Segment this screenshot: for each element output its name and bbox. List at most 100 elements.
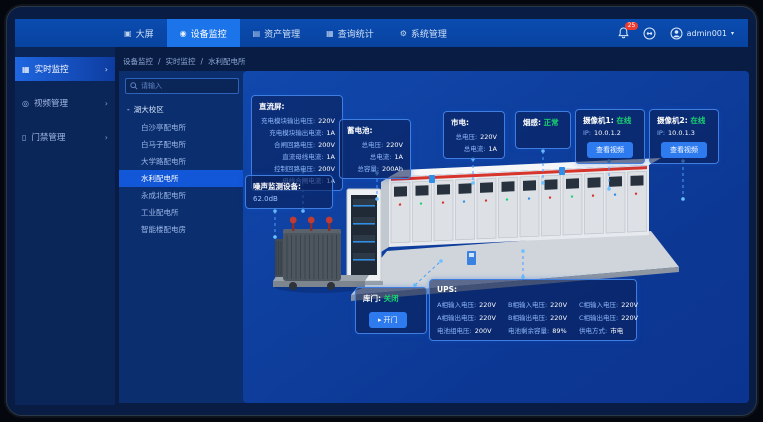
sidebar-item-label: 门禁管理 [31,131,65,143]
metric-label: 总容量: [347,163,379,173]
card-title: 噪声监测设备: [253,181,325,192]
metric-value: 1A [326,129,335,137]
metric-value: 200V [318,165,335,173]
status-badge: 在线 [690,116,705,125]
metric-value: 1A [326,153,335,161]
ups-metrics-grid: A相输入电压:220V B相输入电压:220V C相输入电压:220V A相输出… [437,297,629,335]
metric-label: 总电流: [347,151,391,161]
card-title: 直流屏: [259,101,335,112]
breadcrumb-item: 水利配电所 [208,56,246,67]
tree-item-substation[interactable]: 工业配电所 [119,204,245,221]
metric-label: 总电流: [451,143,485,153]
sidebar-item-label: 实时监控 [35,63,69,75]
view-video-button[interactable]: 查看视频 [587,142,633,158]
chevron-down-icon: ▾ [731,30,734,37]
open-door-icon: ▸ [378,316,382,324]
metric-value: 220V [480,133,497,141]
nav-tab-query-statistics[interactable]: ▦ 查询统计 [313,19,387,47]
ip-label: IP: [583,129,591,137]
floor-device [467,251,476,265]
battery-card: 蓄电池: 总电压:220V 总电流:1A 总容量:200Ah [339,119,411,179]
nav-tab-device-monitoring[interactable]: ◉ 设备监控 [167,19,240,47]
metric-value: 200V [318,141,335,149]
realtime-monitor-icon: ▦ [22,65,30,74]
dashboard-icon: ▣ [124,29,132,38]
nav-tab-system-management[interactable]: ⚙ 系统管理 [387,19,460,47]
device-bezel: ▣ 大屏 ◉ 设备监控 ▤ 资产管理 ▦ 查询统计 ⚙ 系统管理 [0,0,763,422]
app-window: ▣ 大屏 ◉ 设备监控 ▤ 资产管理 ▦ 查询统计 ⚙ 系统管理 [6,6,757,416]
notification-badge: 25 [625,22,639,30]
tree-root-label: 湖大校区 [134,104,164,115]
sidebar-item-label: 视频管理 [34,97,68,109]
search-icon [130,82,138,90]
metric-label: 直流母线电流: [259,151,323,161]
card-title: 库门: 关闭 [363,293,419,304]
sidebar-item-video-management[interactable]: ◎ 视频管理 › [15,91,115,115]
chevron-right-icon: › [105,133,108,142]
nav-tab-label: 设备监控 [191,27,227,40]
breadcrumb: 设备监控 / 实时监控 / 水利配电所 [123,53,246,69]
smoke-sensor-card: 烟感: 正常 [515,111,571,149]
card-title: 蓄电池: [347,125,403,136]
view-video-button[interactable]: 查看视频 [661,142,707,158]
status-badge: 正常 [544,118,559,127]
card-title: 摄像机1: 在线 [583,115,637,126]
metric-value: 220V [318,117,335,125]
fullscreen-icon[interactable] [643,27,656,40]
ups-card: UPS: A相输入电压:220V B相输入电压:220V C相输入电压:220V… [429,279,637,341]
metric-label: 充电模块输出电压: [259,115,315,125]
breadcrumb-separator: / [201,57,204,66]
chevron-right-icon: › [105,65,108,74]
gear-icon: ⚙ [400,29,407,38]
open-door-button[interactable]: ▸ 开门 [369,312,407,328]
component-cabinet [345,189,383,285]
nav-tab-dashboard[interactable]: ▣ 大屏 [111,19,167,47]
ip-value: 10.0.1.2 [594,129,621,137]
metric-label: 合闸回路电压: [259,139,315,149]
nav-tab-label: 资产管理 [264,27,300,40]
metric-value: 220V [386,141,403,149]
card-title: 市电: [451,117,497,128]
camera1-card: 摄像机1: 在线 IP:10.0.1.2 查看视频 [575,109,645,164]
tree-item-substation[interactable]: 大学路配电所 [119,153,245,170]
navbar-logo-area [15,19,111,47]
metric-label: 控制回路电压: [259,163,315,173]
metric-label: 总电压: [347,139,383,149]
collapse-icon[interactable]: - [127,105,130,114]
nav-tab-label: 大屏 [136,27,154,40]
tree-search-input[interactable] [141,82,234,90]
tree-item-substation[interactable]: 白沙亭配电所 [119,119,245,136]
door-card: 库门: 关闭 ▸ 开门 [355,287,427,334]
sidebar-item-realtime-monitoring[interactable]: ▦ 实时监控 › [15,57,115,81]
camera2-card: 摄像机2: 在线 IP:10.0.1.3 查看视频 [649,109,719,164]
notifications-button[interactable]: 25 [618,27,629,39]
tree-root-campus[interactable]: - 湖大校区 [119,100,245,119]
tree-search-box [125,78,239,94]
breadcrumb-item[interactable]: 实时监控 [166,56,196,67]
sidebar: ▦ 实时监控 › ◎ 视频管理 › ▯ 门禁管理 › [15,47,115,405]
ip-label: IP: [657,129,665,137]
wall-sensor [559,167,565,175]
breadcrumb-item[interactable]: 设备监控 [123,56,153,67]
device-tree-panel: - 湖大校区 白沙亭配电所 白马子配电所 大学路配电所 水利配电所 永成北配电所… [119,71,245,403]
tree-item-substation[interactable]: 永成北配电所 [119,187,245,204]
nav-tab-asset-management[interactable]: ▤ 资产管理 [240,19,314,47]
asset-icon: ▤ [253,29,261,38]
noise-value: 62.0dB [253,195,325,203]
tree-item-substation-selected[interactable]: 水利配电所 [119,170,245,187]
breadcrumb-separator: / [158,57,161,66]
chevron-right-icon: › [105,99,108,108]
user-menu[interactable]: admin001 ▾ [670,27,734,40]
switchgear-row [389,165,649,247]
tree-item-substation[interactable]: 白马子配电所 [119,136,245,153]
monitor-icon: ◉ [180,29,187,38]
sidebar-item-access-control[interactable]: ▯ 门禁管理 › [15,125,115,149]
user-avatar-icon [670,27,683,40]
wall-sensor [429,175,435,183]
noise-monitor-card: 噪声监测设备: 62.0dB [245,175,333,209]
monitoring-canvas: 直流屏: 充电模块输出电压:220V 充电模块输出电流:1A 合闸回路电压:20… [243,71,749,403]
statistics-icon: ▦ [326,29,334,38]
metric-value: 1A [394,153,403,161]
navbar-right-cluster: 25 admin001 ▾ [618,19,748,47]
tree-item-substation[interactable]: 智能楼配电房 [119,221,245,238]
